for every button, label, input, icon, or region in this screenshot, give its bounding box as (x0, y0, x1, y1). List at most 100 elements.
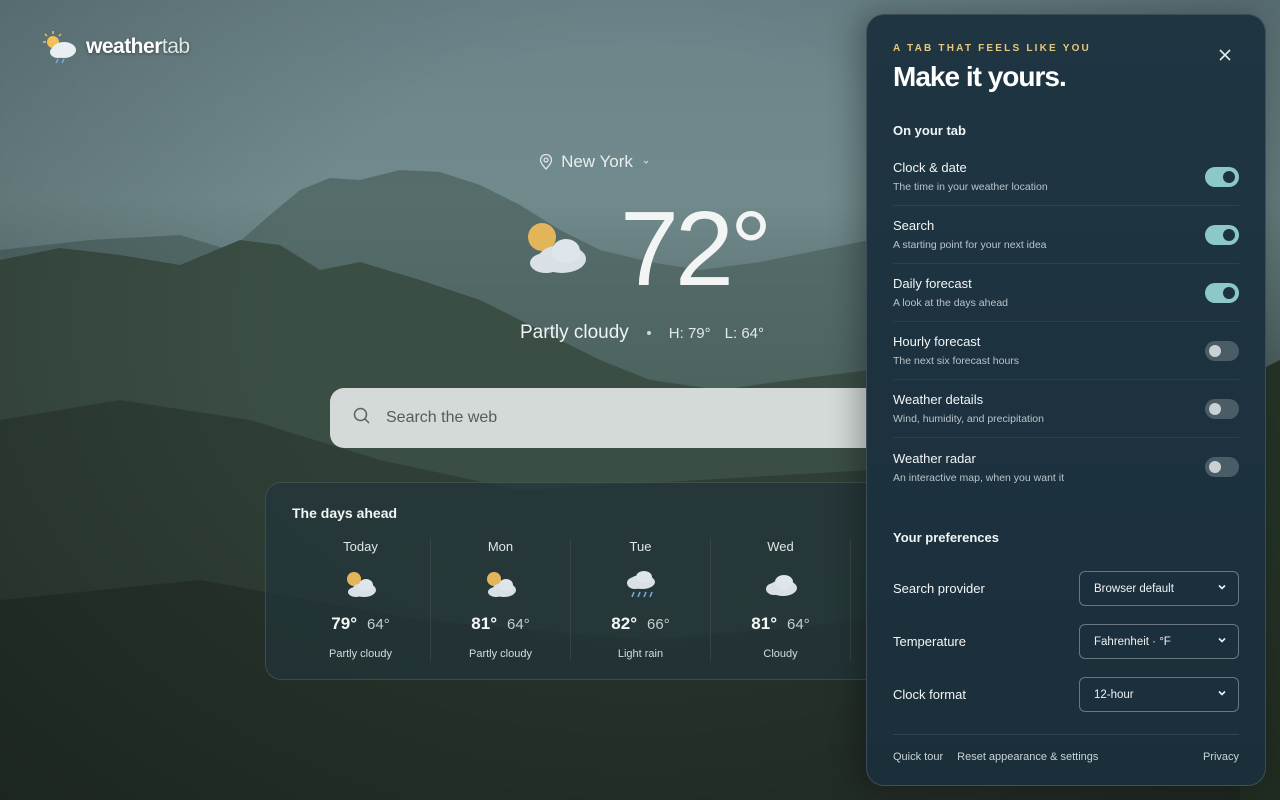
toggle-text: Search A starting point for your next id… (893, 218, 1047, 251)
toggle-text: Daily forecast A look at the days ahead (893, 276, 1008, 309)
close-button[interactable] (1213, 45, 1237, 69)
toggle-label: Clock & date (893, 160, 967, 175)
clock-toggle-switch[interactable] (1205, 166, 1239, 187)
toggle-knob (1209, 461, 1221, 473)
forecast-day-name: Today (343, 539, 378, 554)
select-value: Browser default (1094, 582, 1174, 595)
toggle-description: A look at the days ahead (893, 297, 1009, 309)
brand-logo[interactable]: weathertab (40, 30, 190, 64)
map-pin-icon (539, 154, 553, 170)
forecast-temps: 81° 64° (471, 614, 529, 634)
close-icon (1218, 48, 1232, 67)
forecast-high: 82° (611, 614, 638, 633)
reset-settings-link[interactable]: Reset appearance & settings (957, 751, 1098, 763)
current-weather: 72° (522, 190, 772, 308)
cloud-icon (762, 568, 800, 600)
toggle-description: The time in your weather location (893, 181, 1048, 193)
toggle-description: An interactive map, when you want it (893, 471, 1065, 484)
customize-panel: A TAB THAT FEELS LIKE YOU Make it yours.… (866, 14, 1266, 786)
toggle-knob (1209, 402, 1221, 415)
forecast-low: 64° (787, 616, 810, 633)
tab-toggle-list: Clock & date The time in your weather lo… (893, 148, 1239, 496)
daily-forecast-title: The days ahead (292, 505, 398, 521)
forecast-low: 66° (647, 616, 670, 633)
forecast-day: Wed 81° 64° Cloudy (711, 539, 851, 661)
current-temperature: 72° (620, 190, 772, 308)
toggle-text: Hourly forecast The next six forecast ho… (893, 334, 1019, 367)
forecast-day-name: Mon (487, 539, 514, 554)
forecast-day-name: Tue (629, 539, 652, 554)
partly-cloudy-icon (482, 568, 520, 600)
location-selector[interactable]: New York (539, 152, 651, 172)
preferences-heading: Your preferences (893, 530, 999, 545)
select-value: 12-hour (1094, 688, 1134, 701)
toggle-row-daily: Daily forecast A look at the days ahead (893, 264, 1239, 322)
daily-forecast-toggle-switch[interactable] (1205, 282, 1239, 303)
search-icon (352, 406, 372, 431)
hourly-forecast-toggle-switch[interactable] (1205, 340, 1239, 361)
brand-name-bold: weather (86, 35, 162, 58)
toggle-text: Clock & date The time in your weather lo… (893, 160, 1048, 193)
toggle-label: Search (893, 218, 935, 233)
forecast-condition: Light rain (617, 648, 664, 660)
toggle-row-clock: Clock & date The time in your weather lo… (893, 148, 1239, 206)
daily-forecast-list: Today 79° 64° Partly cloudy Mon 81° 64° Pa… (291, 539, 851, 661)
toggle-knob (1209, 344, 1221, 357)
toggle-knob (1223, 170, 1235, 183)
toggle-row-search: Search A starting point for your next id… (893, 206, 1239, 264)
location-name: New York (561, 152, 633, 171)
toggle-description: The next six forecast hours (893, 355, 1020, 367)
partly-cloudy-icon (522, 219, 592, 279)
toggle-label: Hourly forecast (893, 334, 981, 349)
pref-row-clock-format: Clock format 12-hour (893, 668, 1239, 721)
panel-footer: Quick tour Reset appearance & settings P… (893, 734, 1239, 763)
toggle-description: A starting point for your next idea (893, 239, 1047, 251)
search-input[interactable] (386, 409, 806, 427)
forecast-condition: Partly cloudy (329, 648, 392, 660)
weather-radar-toggle-switch[interactable] (1205, 457, 1239, 477)
separator-dot (646, 331, 651, 335)
pref-label: Search provider (893, 581, 985, 596)
toggle-description: Wind, humidity, and precipitation (893, 413, 1044, 425)
panel-title: Make it yours. (893, 61, 1067, 92)
privacy-link[interactable]: Privacy (1203, 751, 1239, 763)
pref-label: Temperature (893, 634, 966, 649)
partly-cloudy-logo-icon (40, 30, 80, 64)
on-your-tab-heading: On your tab (893, 123, 966, 138)
forecast-high: 81° (471, 614, 498, 633)
current-condition: Partly cloudy (520, 322, 629, 343)
daily-forecast-card: The days ahead Today 79° 64° Partly cloud… (265, 482, 965, 680)
brand-name: weathertab (86, 35, 190, 59)
forecast-day-name: Wed (767, 539, 794, 554)
select-value: Fahrenheit · °F (1094, 635, 1171, 648)
forecast-temps: 81° 64° (751, 614, 809, 634)
rain-icon (622, 568, 660, 600)
search-provider-select[interactable]: Browser default (1079, 571, 1239, 606)
clock-format-select[interactable]: 12-hour (1079, 677, 1239, 712)
toggle-row-radar: Weather radar An interactive map, when y… (893, 438, 1239, 496)
temperature-unit-select[interactable]: Fahrenheit · °F (1079, 624, 1239, 659)
forecast-day: Tue 82° 66° Light rain (571, 539, 711, 661)
forecast-condition: Cloudy (763, 648, 798, 660)
toggle-text: Weather details Wind, humidity, and prec… (893, 392, 1044, 425)
pref-row-search-provider: Search provider Browser default (893, 562, 1239, 615)
forecast-high: 79° (331, 614, 358, 633)
toggle-row-details: Weather details Wind, humidity, and prec… (893, 380, 1239, 438)
chevron-down-icon (1216, 686, 1228, 704)
forecast-day: Mon 81° 64° Partly cloudy (431, 539, 571, 661)
pref-row-temperature: Temperature Fahrenheit · °F (893, 615, 1239, 668)
search-bar[interactable] (330, 388, 950, 448)
panel-kicker: A TAB THAT FEELS LIKE YOU (893, 43, 1091, 54)
toggle-label: Daily forecast (893, 276, 972, 291)
search-toggle-switch[interactable] (1205, 224, 1239, 245)
toggle-knob (1223, 228, 1235, 241)
preferences-list: Search provider Browser default Temperat… (893, 562, 1239, 721)
forecast-low: 64° (367, 616, 390, 633)
forecast-day: Today 79° 64° Partly cloudy (291, 539, 431, 661)
forecast-temps: 79° 64° (331, 614, 389, 634)
forecast-condition: Partly cloudy (469, 648, 532, 660)
quick-tour-link[interactable]: Quick tour (893, 751, 943, 763)
toggle-label: Weather radar (893, 450, 976, 466)
toggle-label: Weather details (893, 392, 984, 407)
weather-details-toggle-switch[interactable] (1205, 398, 1239, 419)
